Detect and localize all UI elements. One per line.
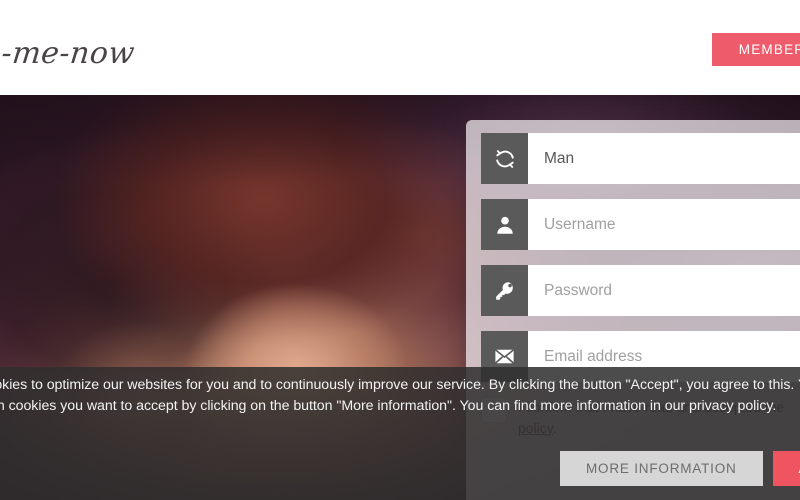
password-row[interactable] [481,265,800,316]
member-login-button[interactable]: MEMBER [712,33,800,66]
cookie-banner-actions: MORE INFORMATION ACCEPT [560,451,800,486]
more-information-button[interactable]: MORE INFORMATION [560,451,763,486]
cookie-banner-text: We use cookies to optimize our websites … [0,377,800,414]
sync-icon [481,133,528,184]
gender-select-row[interactable] [481,133,800,184]
site-logo[interactable]: tch-me-now [0,36,137,71]
username-row[interactable] [481,199,800,250]
page-viewport: I confirm that I have read and accepted … [0,0,800,500]
user-icon [481,199,528,250]
key-icon [481,265,528,316]
username-input[interactable] [528,199,800,250]
site-header: tch-me-now MEMBER [0,0,800,95]
gender-select[interactable] [528,133,800,184]
cookie-consent-banner: We use cookies to optimize our websites … [0,367,800,500]
password-input[interactable] [528,265,800,316]
accept-cookies-button[interactable]: ACCEPT [772,451,800,486]
